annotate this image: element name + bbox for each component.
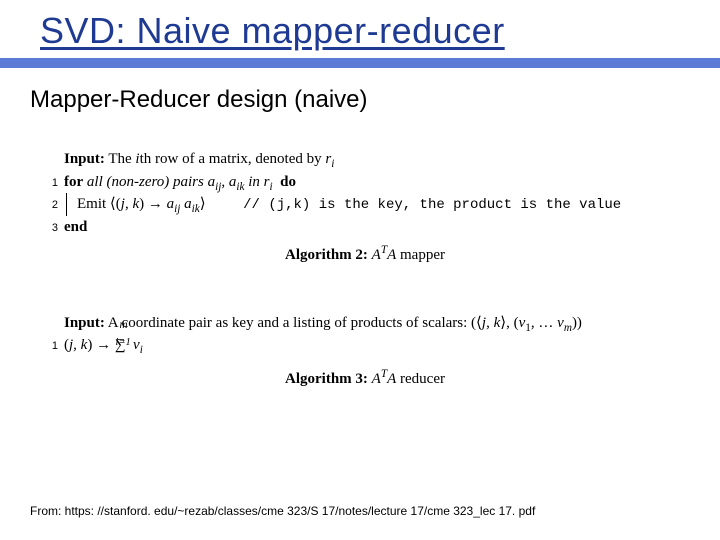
algorithm-2-caption: Algorithm 2: ATA mapper bbox=[40, 247, 690, 264]
algo3-input-line: Input: A coordinate pair as key and a li… bbox=[40, 312, 690, 335]
line-number-1b: 1 bbox=[40, 338, 64, 355]
input-label-2: Input: bbox=[64, 315, 105, 331]
for-body-b: in bbox=[248, 174, 263, 190]
for-label: for bbox=[64, 174, 83, 190]
slide: SVD: Naive mapper-reducer Mapper-Reducer… bbox=[0, 0, 720, 540]
emit-label: Emit bbox=[77, 196, 110, 212]
algorithm-2-block: Input: The ith row of a matrix, denoted … bbox=[40, 148, 690, 264]
emit-comment: // (j,k) is the key, the product is the … bbox=[243, 197, 621, 213]
line-number-1: 1 bbox=[40, 175, 64, 192]
algorithm-3-caption: Algorithm 3: ATA reducer bbox=[40, 371, 690, 388]
input-text-a: The bbox=[108, 151, 135, 167]
input-label: Input: bbox=[64, 151, 105, 167]
algo2-for-line: 1 for all (non-zero) pairs aij, aik in r… bbox=[40, 171, 690, 194]
algo2-caption-label: Algorithm 2: bbox=[285, 247, 368, 263]
do-label: do bbox=[280, 174, 296, 190]
slide-title: SVD: Naive mapper-reducer bbox=[0, 0, 720, 56]
line-number-2: 2 bbox=[40, 197, 64, 214]
title-bar bbox=[0, 58, 720, 68]
line-number-3: 3 bbox=[40, 220, 64, 237]
input-text-b: th row of a matrix, denoted by bbox=[140, 151, 326, 167]
for-body-a: all (non-zero) pairs bbox=[87, 174, 208, 190]
algo2-caption-text: mapper bbox=[400, 247, 445, 263]
end-label: end bbox=[64, 216, 87, 239]
algo3-caption-text: reducer bbox=[400, 371, 445, 387]
input-text-2: A coordinate pair as key and a listing o… bbox=[108, 315, 471, 331]
algorithm-3-block: Input: A coordinate pair as key and a li… bbox=[40, 312, 690, 388]
algo2-input-line: Input: The ith row of a matrix, denoted … bbox=[40, 148, 690, 171]
algo3-caption-label: Algorithm 3: bbox=[285, 371, 368, 387]
algo2-emit-line: 2 Emit ⟨(j, k) → aij aik⟩ // (j,k) is th… bbox=[40, 193, 690, 216]
algo2-end-line: 3 end bbox=[40, 216, 690, 239]
footer-citation: From: https: //stanford. edu/~rezab/clas… bbox=[30, 504, 535, 518]
slide-subtitle: Mapper-Reducer design (naive) bbox=[0, 68, 720, 114]
algo3-body-line: 1 (j, k) → ∑mi=1 vi bbox=[40, 334, 690, 357]
